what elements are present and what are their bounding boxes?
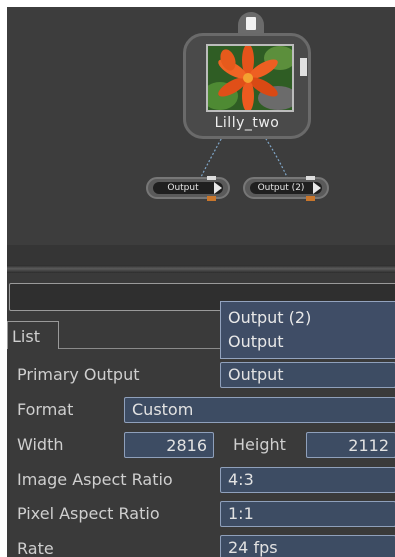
rate-label: Rate <box>17 539 54 557</box>
width-field[interactable]: 2816 <box>124 432 214 458</box>
primary-output-label: Primary Output <box>17 365 140 384</box>
primary-output-dropdown-menu[interactable]: Output (2) Output <box>220 301 395 359</box>
node-side-handle[interactable] <box>300 58 307 76</box>
output-node-label: Output (2) <box>250 182 322 194</box>
flower-thumbnail-image <box>206 44 294 112</box>
image-aspect-ratio-label: Image Aspect Ratio <box>17 470 173 489</box>
output-bottom-tick <box>306 196 315 201</box>
image-aspect-ratio-select[interactable]: 4:3 <box>220 467 395 493</box>
format-label: Format <box>17 400 74 419</box>
play-arrow-icon <box>214 182 222 194</box>
output-node-label: Output <box>153 182 223 194</box>
graph-bottom-strip <box>7 245 395 265</box>
output-top-tick <box>207 176 216 180</box>
height-label: Height <box>233 435 286 454</box>
tab-list[interactable]: List <box>7 321 59 349</box>
panel-splitter[interactable] <box>7 265 395 273</box>
pixel-aspect-ratio-label: Pixel Aspect Ratio <box>17 504 160 523</box>
node-label: Lilly_two <box>214 115 280 131</box>
application-window: Lilly_two Output Output (2) List Output … <box>7 7 395 557</box>
rate-select[interactable]: 24 fps <box>220 535 395 557</box>
dropdown-option-output-2[interactable]: Output (2) <box>228 308 311 327</box>
width-label: Width <box>17 435 64 454</box>
play-arrow-icon <box>313 182 321 194</box>
document-icon <box>246 17 256 30</box>
format-select[interactable]: Custom <box>124 397 395 423</box>
output-2-node[interactable]: Output (2) <box>243 176 329 201</box>
node-graph[interactable]: Lilly_two Output Output (2) <box>7 7 395 245</box>
properties-panel: List Output (2) Output Primary Output Ou… <box>7 273 395 557</box>
output-top-tick <box>306 176 315 180</box>
pixel-aspect-ratio-select[interactable]: 1:1 <box>220 501 395 527</box>
output-bottom-tick <box>207 196 216 201</box>
primary-output-select[interactable]: Output <box>220 362 395 388</box>
image-node[interactable]: Lilly_two <box>183 33 311 139</box>
height-field[interactable]: 2112 <box>306 432 395 458</box>
output-node[interactable]: Output <box>146 176 230 201</box>
dropdown-option-output[interactable]: Output <box>228 332 284 351</box>
